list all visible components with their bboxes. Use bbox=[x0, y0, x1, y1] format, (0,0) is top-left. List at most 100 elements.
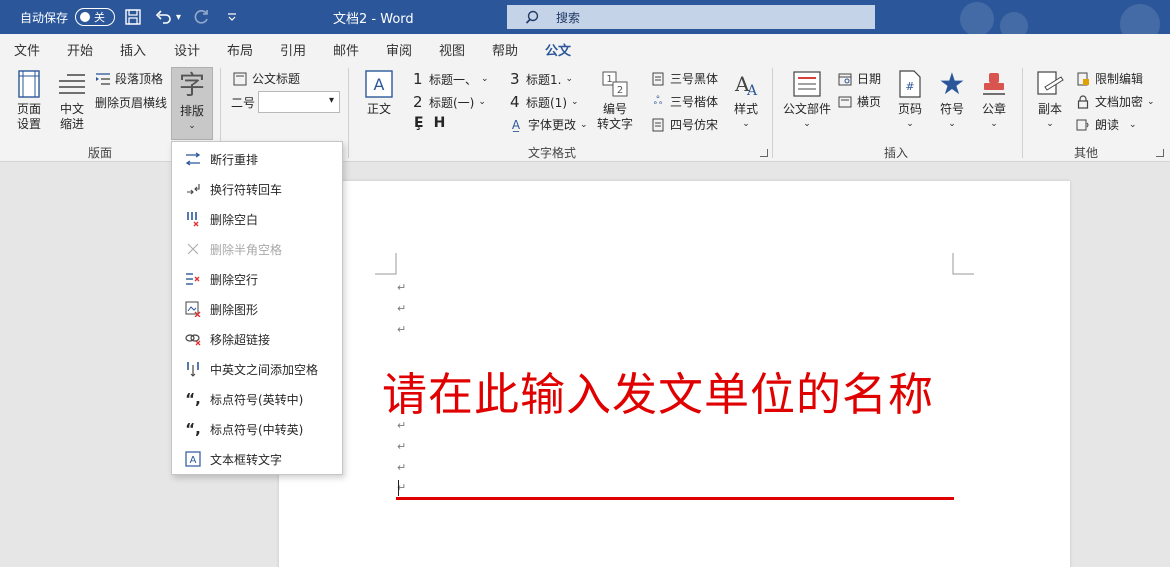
symbol-button[interactable]: ★ 符号 ⌄ bbox=[935, 68, 969, 132]
layout-group-label: 版面 bbox=[88, 146, 113, 160]
paragraph-mark: ↵ bbox=[397, 461, 407, 474]
numbering-icon: 12 bbox=[598, 68, 632, 100]
font-fangsong-button[interactable]: 四号仿宋 bbox=[650, 116, 718, 133]
typeset-dropdown-icon: ⌄ bbox=[188, 121, 196, 131]
typeset-menu: 断行重排 换行符转回车 删除空白 删除半角空格 删除空行 删除图形 移除超链接 … bbox=[171, 141, 343, 475]
autosave-toggle[interactable]: 关 bbox=[75, 8, 115, 26]
number-4-icon: 4 bbox=[510, 93, 520, 111]
paragraph-heading-button[interactable]: 段落顶格 bbox=[95, 70, 163, 87]
menu-item-label: 文本框转文字 bbox=[210, 452, 283, 467]
font-change-button[interactable]: A̲ 字体更改 ⌄ bbox=[508, 116, 588, 133]
search-box[interactable]: 搜索 bbox=[507, 5, 875, 29]
font-kai-button[interactable]: ஃ 三号楷体 bbox=[650, 93, 718, 110]
landscape-label: 横页 bbox=[857, 95, 882, 109]
menu-item-label: 换行符转回车 bbox=[210, 182, 283, 197]
menu-item-punct-cn-to-en[interactable]: “, 标点符号(中转英) bbox=[172, 414, 342, 444]
tab-review[interactable]: 审阅 bbox=[386, 40, 412, 59]
menu-item-remove-hyperlink[interactable]: 移除超链接 bbox=[172, 324, 342, 354]
font-hei-button[interactable]: 三号黑体 bbox=[650, 70, 718, 87]
document-icon bbox=[650, 117, 666, 133]
page-number-icon: # bbox=[893, 68, 927, 100]
menu-item-punct-en-to-cn[interactable]: “, 标点符号(英转中) bbox=[172, 384, 342, 414]
landscape-page-button[interactable]: 横页 bbox=[837, 93, 881, 110]
page-number-button[interactable]: # 页码 ⌄ bbox=[893, 68, 927, 132]
chinese-indent-button[interactable]: 中文 缩进 bbox=[55, 68, 89, 132]
tab-insert[interactable]: 插入 bbox=[120, 40, 146, 59]
autosave-label: 自动保存 bbox=[20, 10, 69, 25]
document-icon bbox=[650, 71, 666, 87]
undo-icon[interactable] bbox=[155, 0, 173, 34]
group-separator bbox=[772, 68, 773, 158]
issuing-unit-heading[interactable]: 请在此输入发文单位的名称 bbox=[382, 358, 934, 423]
tab-file[interactable]: 文件 bbox=[14, 40, 40, 59]
menu-item-label: 断行重排 bbox=[210, 152, 259, 167]
tab-help[interactable]: 帮助 bbox=[492, 40, 518, 59]
date-label: 日期 bbox=[857, 72, 882, 86]
customize-toolbar-icon[interactable] bbox=[226, 0, 238, 34]
date-button[interactable]: 日期 bbox=[837, 70, 881, 87]
tab-layout[interactable]: 布局 bbox=[227, 40, 253, 59]
heading3-button[interactable]: 3 标题1. ⌄ bbox=[510, 70, 573, 88]
chevron-down-icon: ⌄ bbox=[580, 119, 588, 130]
menu-item-delete-empty-line[interactable]: 删除空行 bbox=[172, 264, 342, 294]
copy-doc-icon bbox=[1033, 68, 1067, 100]
copy-button[interactable]: 副本 ⌄ bbox=[1033, 68, 1067, 132]
menu-item-add-space-cn-en[interactable]: 中英文之间添加空格 bbox=[172, 354, 342, 384]
delete-header-line-button[interactable]: 删除页眉横线 bbox=[95, 94, 167, 111]
styles-button[interactable]: AA 样式 ⌄ bbox=[729, 68, 763, 132]
read-aloud-button[interactable]: 朗读 ⌄ bbox=[1075, 116, 1137, 133]
tab-official-doc[interactable]: 公文 bbox=[545, 40, 572, 65]
menu-item-delete-shape[interactable]: 删除图形 bbox=[172, 294, 342, 324]
numbering-to-text-button[interactable]: 12 编号 转文字 bbox=[597, 68, 633, 132]
tab-design[interactable]: 设计 bbox=[174, 40, 200, 59]
tab-references[interactable]: 引用 bbox=[280, 40, 306, 59]
svg-text:#: # bbox=[905, 80, 914, 93]
landscape-icon bbox=[837, 94, 853, 110]
menu-item-label: 标点符号(英转中) bbox=[210, 392, 304, 407]
paragraph-format-buttons[interactable]: Ȩ H bbox=[414, 115, 445, 131]
doc-title-button[interactable]: 公文标题 bbox=[232, 70, 300, 87]
font-change-label: 字体更改 bbox=[528, 118, 577, 132]
save-icon[interactable] bbox=[124, 0, 142, 34]
restrict-editing-label: 限制编辑 bbox=[1095, 72, 1144, 86]
typeset-button[interactable]: 字 排版 ⌄ bbox=[171, 67, 213, 140]
menu-item-linebreak[interactable]: 换行符转回车 bbox=[172, 174, 342, 204]
redo-icon[interactable] bbox=[192, 0, 210, 34]
tab-home[interactable]: 开始 bbox=[67, 40, 93, 59]
lock-icon bbox=[1075, 94, 1091, 110]
paragraph-align-icon bbox=[95, 71, 111, 87]
menu-item-delete-halfwidth-space: 删除半角空格 bbox=[172, 234, 342, 264]
svg-text:A: A bbox=[374, 75, 385, 94]
menu-item-delete-blank[interactable]: 删除空白 bbox=[172, 204, 342, 234]
font-fangsong-label: 四号仿宋 bbox=[670, 118, 719, 132]
read-aloud-label: 朗读 bbox=[1095, 118, 1120, 132]
svg-text:2: 2 bbox=[617, 85, 623, 96]
undo-dropdown-icon[interactable]: ▾ bbox=[176, 0, 181, 34]
seal-button[interactable]: 公章 ⌄ bbox=[977, 68, 1011, 132]
dialog-launcher-icon[interactable] bbox=[1156, 149, 1164, 157]
heading2-button[interactable]: 2 标题(一) ⌄ bbox=[413, 93, 486, 111]
margin-corner-right bbox=[952, 253, 974, 275]
body-text-button[interactable]: A 正文 bbox=[362, 68, 396, 117]
indent-icon bbox=[55, 68, 89, 100]
menu-item-reflow[interactable]: 断行重排 bbox=[172, 144, 342, 174]
chevron-down-icon: ⌄ bbox=[948, 119, 956, 129]
tab-view[interactable]: 视图 bbox=[439, 40, 465, 59]
page-setup-button[interactable]: 页面 设置 bbox=[12, 68, 46, 132]
font-size-combo[interactable]: ▾ bbox=[258, 91, 340, 113]
heading4-button[interactable]: 4 标题(1) ⌄ bbox=[510, 93, 579, 111]
doc-encrypt-button[interactable]: 文档加密 ⌄ bbox=[1075, 93, 1155, 110]
doc-parts-button[interactable]: 公文部件 ⌄ bbox=[783, 68, 831, 132]
restrict-editing-button[interactable]: 限制编辑 bbox=[1075, 70, 1143, 87]
chevron-down-icon: ⌄ bbox=[481, 74, 489, 84]
heading1-button[interactable]: 1 标题一、 ⌄ bbox=[413, 70, 489, 88]
menu-item-textbox-to-text[interactable]: A 文本框转文字 bbox=[172, 444, 342, 474]
tab-mailings[interactable]: 邮件 bbox=[333, 40, 359, 59]
dialog-launcher-icon[interactable] bbox=[760, 149, 768, 157]
people-icon: ஃ bbox=[653, 94, 663, 107]
delete-blank-icon bbox=[184, 210, 202, 228]
chevron-down-icon: ⌄ bbox=[1129, 119, 1137, 130]
font-change-icon: A̲ bbox=[511, 117, 521, 132]
chevron-down-icon: ⌄ bbox=[990, 119, 998, 129]
textbox-icon: A bbox=[184, 450, 202, 468]
